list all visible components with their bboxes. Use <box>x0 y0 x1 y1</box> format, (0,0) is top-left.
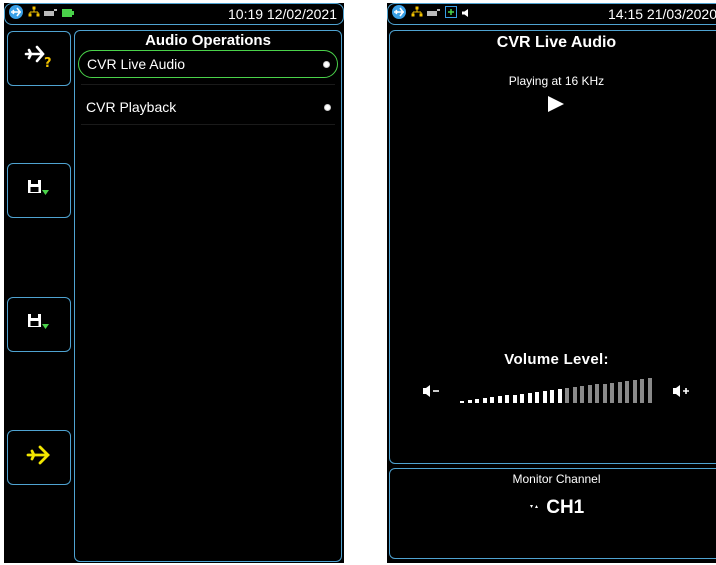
volume-segment <box>572 387 577 403</box>
left-device-screen: 10:19 12/02/2021 ? Audio Operations CVR … <box>4 3 344 563</box>
network-icon <box>411 5 423 23</box>
volume-down-button[interactable] <box>422 383 442 404</box>
usb-drive-icon <box>44 5 58 23</box>
volume-slider[interactable] <box>460 378 660 403</box>
status-clock: 14:15 21/03/2020 <box>608 6 716 22</box>
volume-segment <box>625 380 629 403</box>
network-icon <box>28 5 40 23</box>
volume-up-button[interactable] <box>672 383 692 404</box>
usb-drive-icon <box>427 5 441 23</box>
volume-segment <box>610 382 614 403</box>
menu-item-cvr-live-audio[interactable]: CVR Live Audio <box>78 50 338 78</box>
live-audio-panel: CVR Live Audio Playing at 16 KHz Volume … <box>389 30 716 464</box>
divider <box>81 84 335 85</box>
volume-segment <box>565 388 569 403</box>
panel-title: Audio Operations <box>145 32 271 49</box>
connection-icon <box>445 5 457 23</box>
play-icon <box>547 96 566 117</box>
page-title: CVR Live Audio <box>496 34 617 51</box>
playing-status: Playing at 16 KHz <box>508 74 605 88</box>
volume-segment <box>497 396 502 403</box>
plane-question-icon: ? <box>23 43 55 74</box>
battery-icon <box>62 5 74 23</box>
play-button[interactable] <box>390 95 716 118</box>
volume-segment <box>640 378 644 403</box>
volume-segment <box>550 389 554 403</box>
volume-segment <box>505 395 509 403</box>
up-down-arrows-icon <box>529 499 539 517</box>
airplane-mode-icon <box>391 4 407 25</box>
bullet-icon <box>324 61 329 67</box>
volume-segment <box>527 392 532 403</box>
right-device-screen: 14:15 21/03/2020 CVR Live Audio Playing … <box>387 3 716 563</box>
divider <box>81 124 335 125</box>
volume-label: Volume Level: <box>504 351 609 368</box>
help-plane-button[interactable]: ? <box>7 31 71 86</box>
volume-segment <box>587 385 592 403</box>
volume-segment <box>595 384 599 403</box>
volume-segment <box>460 401 464 403</box>
speaker-icon <box>461 5 471 23</box>
volume-segment <box>632 379 637 403</box>
save-download-icon <box>27 312 51 337</box>
volume-segment <box>520 393 524 403</box>
volume-down-icon <box>422 385 442 403</box>
volume-segment <box>647 378 652 403</box>
volume-segment <box>580 386 584 403</box>
volume-segment <box>535 391 539 403</box>
volume-segment <box>512 394 517 403</box>
volume-segment <box>617 381 622 403</box>
status-bar: 10:19 12/02/2021 <box>4 3 344 25</box>
channel-selector[interactable]: CH1 <box>390 497 716 519</box>
save-data-button-2[interactable] <box>7 297 71 352</box>
airplane-mode-icon <box>8 4 24 25</box>
status-bar: 14:15 21/03/2020 <box>387 3 716 25</box>
plane-icon <box>26 443 52 472</box>
save-download-icon <box>27 178 51 203</box>
save-data-button[interactable] <box>7 163 71 218</box>
volume-segment <box>490 397 494 403</box>
volume-segment <box>475 399 479 403</box>
channel-value: CH1 <box>546 497 585 518</box>
monitor-channel-panel: Monitor Channel CH1 <box>389 468 716 559</box>
audio-operations-panel: Audio Operations CVR Live Audio CVR Play… <box>74 30 342 562</box>
menu-item-cvr-playback[interactable]: CVR Playback <box>78 93 338 121</box>
volume-segment <box>467 400 472 403</box>
monitor-channel-label: Monitor Channel <box>512 472 601 486</box>
menu-item-label: CVR Playback <box>86 99 177 115</box>
bullet-icon <box>325 104 330 110</box>
svg-text:?: ? <box>44 56 52 69</box>
volume-up-icon <box>672 385 692 403</box>
volume-segment <box>602 383 607 403</box>
aircraft-button[interactable] <box>7 430 71 485</box>
status-clock: 10:19 12/02/2021 <box>228 6 337 22</box>
menu-item-label: CVR Live Audio <box>87 56 186 72</box>
volume-segment <box>482 398 487 403</box>
volume-segment <box>557 389 562 403</box>
volume-segment <box>542 390 547 403</box>
